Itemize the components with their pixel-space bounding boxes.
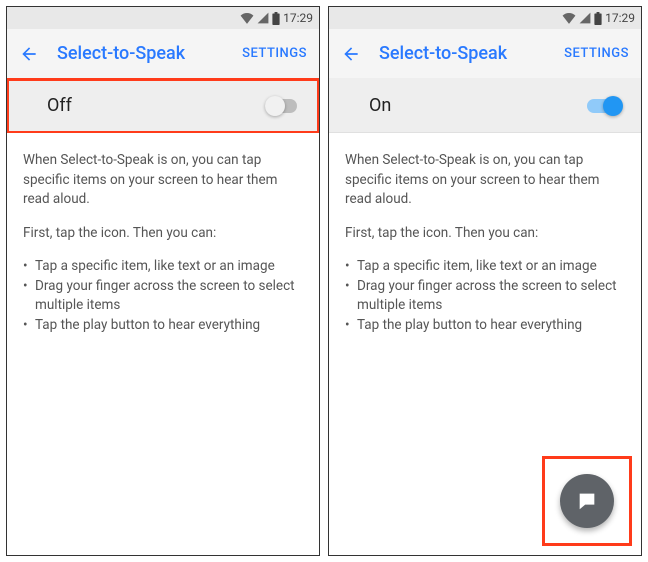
back-button[interactable] xyxy=(19,44,39,64)
toggle-switch[interactable] xyxy=(265,96,301,116)
toggle-label: On xyxy=(369,95,587,116)
switch-thumb xyxy=(265,96,285,116)
phone-left: 17:29 Select-to-Speak SETTINGS Off When … xyxy=(6,6,320,556)
page-title: Select-to-Speak xyxy=(57,43,242,64)
arrow-left-icon xyxy=(19,44,39,64)
toggle-row[interactable]: Off xyxy=(7,79,319,133)
phone-right: 17:29 Select-to-Speak SETTINGS On When S… xyxy=(328,6,642,556)
desc-p2: First, tap the icon. Then you can: xyxy=(345,224,625,244)
signal-icon xyxy=(257,12,269,24)
status-bar: 17:29 xyxy=(329,7,641,29)
wifi-icon xyxy=(240,12,254,24)
status-time: 17:29 xyxy=(605,11,635,25)
app-bar: Select-to-Speak SETTINGS xyxy=(7,29,319,79)
desc-p2: First, tap the icon. Then you can: xyxy=(23,224,303,244)
battery-icon xyxy=(272,12,280,25)
desc-p1: When Select-to-Speak is on, you can tap … xyxy=(345,151,625,210)
bullet-item: • Tap the play button to hear everything xyxy=(23,316,303,336)
bullet-item: • Drag your finger across the screen to … xyxy=(23,277,303,316)
bullet-item: • Tap a specific item, like text or an i… xyxy=(345,257,625,277)
bullet-item: • Tap a specific item, like text or an i… xyxy=(23,257,303,277)
desc-p1: When Select-to-Speak is on, you can tap … xyxy=(23,151,303,210)
status-time: 17:29 xyxy=(283,11,313,25)
fab-highlight xyxy=(543,457,631,545)
settings-link[interactable]: SETTINGS xyxy=(242,46,307,61)
toggle-label: Off xyxy=(47,95,265,116)
description: When Select-to-Speak is on, you can tap … xyxy=(7,133,319,555)
desc-bullets: • Tap a specific item, like text or an i… xyxy=(23,257,303,335)
signal-icon xyxy=(579,12,591,24)
desc-bullets: • Tap a specific item, like text or an i… xyxy=(345,257,625,335)
toggle-row[interactable]: On xyxy=(329,79,641,133)
wifi-icon xyxy=(562,12,576,24)
page-title: Select-to-Speak xyxy=(379,43,564,64)
back-button[interactable] xyxy=(341,44,361,64)
bullet-item: • Drag your finger across the screen to … xyxy=(345,277,625,316)
status-icons: 17:29 xyxy=(240,11,313,25)
battery-icon xyxy=(594,12,602,25)
status-icons: 17:29 xyxy=(562,11,635,25)
settings-link[interactable]: SETTINGS xyxy=(564,46,629,61)
bullet-item: • Tap the play button to hear everything xyxy=(345,316,625,336)
switch-thumb xyxy=(603,96,623,116)
select-to-speak-fab[interactable] xyxy=(560,474,614,528)
arrow-left-icon xyxy=(341,44,361,64)
status-bar: 17:29 xyxy=(7,7,319,29)
app-bar: Select-to-Speak SETTINGS xyxy=(329,29,641,79)
speech-bubble-icon xyxy=(576,490,598,512)
toggle-switch[interactable] xyxy=(587,96,623,116)
